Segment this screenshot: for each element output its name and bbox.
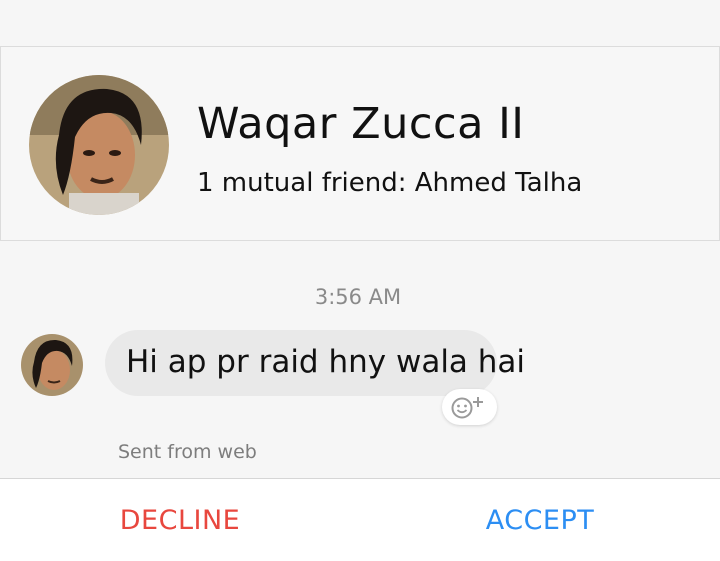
profile-card[interactable]: Waqar Zucca II 1 mutual friend: Ahmed Ta… (0, 46, 720, 241)
sender-avatar[interactable] (21, 334, 83, 396)
decline-button[interactable]: DECLINE (0, 479, 360, 561)
mutual-friends-text: 1 mutual friend: Ahmed Talha (197, 168, 583, 198)
avatar-photo-icon (21, 334, 83, 396)
message-request-screen: Waqar Zucca II 1 mutual friend: Ahmed Ta… (0, 0, 720, 561)
accept-button[interactable]: ACCEPT (360, 479, 720, 561)
message-timestamp: 3:56 AM (314, 285, 402, 309)
message-text: Hi ap pr raid hny wala hai (126, 344, 526, 380)
message-bubble[interactable]: Hi ap pr raid hny wala hai (105, 330, 525, 396)
add-reaction-button[interactable] (442, 389, 497, 425)
profile-name: Waqar Zucca II (197, 99, 525, 149)
add-reaction-icon (451, 397, 483, 419)
profile-avatar[interactable] (29, 75, 169, 215)
sent-from-label: Sent from web (118, 441, 257, 463)
request-action-bar: DECLINE ACCEPT (0, 478, 720, 561)
avatar-photo-icon (29, 75, 169, 215)
